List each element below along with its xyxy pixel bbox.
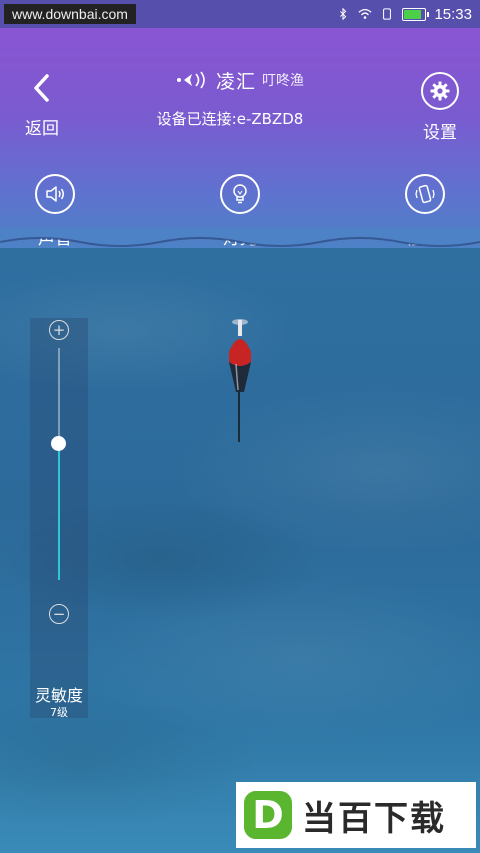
battery-fill <box>404 9 421 19</box>
status-bar: www.downbai.com 15:33 <box>0 0 480 28</box>
header-wave-edge <box>0 228 480 247</box>
bluetooth-icon <box>340 8 347 20</box>
settings-button[interactable]: 设置 <box>416 72 464 143</box>
site-logo-watermark: D 当百下载 <box>236 782 476 848</box>
vibrate-icon <box>405 174 445 214</box>
lightbulb-icon <box>220 174 260 214</box>
logo-subtext: 叮咚渔 <box>262 73 304 89</box>
fishing-float-icon <box>229 319 251 442</box>
header-panel: 返回 凌汇 叮咚渔 设备已连接:e-ZBZD8 设置 声音 <box>0 28 480 249</box>
back-label: 返回 <box>25 119 59 139</box>
site-logo-text: 当百下载 <box>302 798 446 839</box>
decrease-sensitivity-button[interactable]: − <box>49 604 69 624</box>
sensitivity-slider-thumb[interactable] <box>51 435 66 451</box>
logo-text: 凌汇 <box>215 70 256 93</box>
sensitivity-panel: + − 灵敏度 7级 <box>30 318 88 719</box>
wifi-icon <box>358 8 373 19</box>
site-logo-badge: D <box>244 791 292 839</box>
app-logo: 凌汇 叮咚渔 <box>150 66 330 94</box>
connection-status: 设备已连接:e-ZBZD8 <box>156 110 304 128</box>
title-area: 凌汇 叮咚渔 设备已连接:e-ZBZD8 <box>150 66 330 129</box>
sensitivity-slider-track[interactable] <box>58 348 60 580</box>
speaker-icon <box>35 174 75 214</box>
back-button[interactable]: 返回 <box>18 68 66 139</box>
sim-icon <box>383 8 392 20</box>
settings-label: 设置 <box>423 123 457 143</box>
site-watermark: www.downbai.com <box>4 4 136 24</box>
chevron-left-icon <box>34 74 49 102</box>
fish-logo-icon <box>176 71 205 89</box>
increase-sensitivity-button[interactable]: + <box>49 320 69 340</box>
sensitivity-level: 7级 <box>50 706 68 719</box>
status-icons: 15:33 <box>336 6 472 23</box>
clock: 15:33 <box>434 5 472 23</box>
sensitivity-label: 灵敏度 <box>34 686 83 705</box>
battery-icon <box>402 7 430 21</box>
sensitivity-slider-fill <box>58 443 60 580</box>
gear-icon <box>421 72 459 110</box>
